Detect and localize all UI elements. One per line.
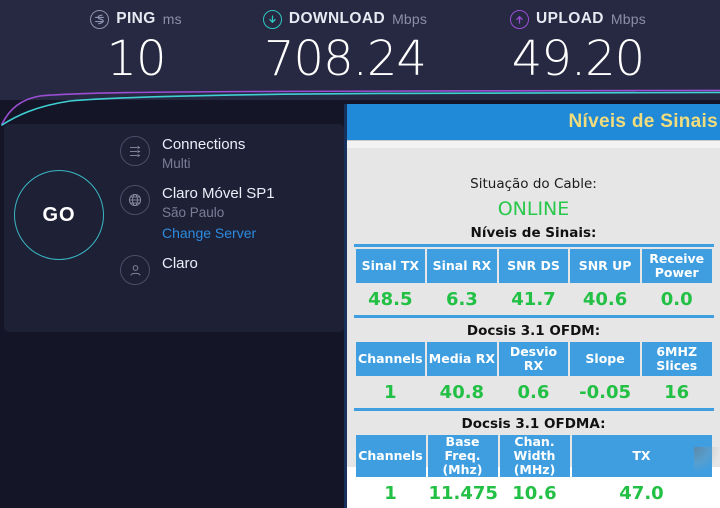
th-ofdm-media-rx: Media RX bbox=[427, 342, 497, 376]
th-snr-ds: SNR DS bbox=[498, 249, 569, 283]
metric-upload-value: 49.20 bbox=[511, 31, 645, 87]
td-snr-up: 40.6 bbox=[582, 288, 628, 310]
signal-levels-rule-top bbox=[353, 244, 714, 247]
ping-icon bbox=[90, 9, 110, 29]
th-receive-power: Receive Power bbox=[641, 249, 712, 283]
modem-status-window: Níveis de Sinais Situação do Cable: ONLI… bbox=[344, 104, 720, 508]
modem-body: Situação do Cable: ONLINE Níveis de Sina… bbox=[347, 148, 720, 508]
th-sinal-rx: Sinal RX bbox=[427, 249, 497, 283]
table-row-headers: Channels Base Freq. (Mhz) Chan. Width (M… bbox=[355, 435, 712, 477]
server-location: São Paulo bbox=[162, 205, 225, 220]
download-icon bbox=[262, 9, 282, 29]
metric-upload-header: UPLOAD Mbps bbox=[462, 8, 694, 30]
ofdm-caption: Docsis 3.1 OFDM: bbox=[466, 323, 601, 339]
signal-levels-caption: Níveis de Sinais: bbox=[470, 225, 597, 241]
metric-upload: UPLOAD Mbps 49.20 bbox=[462, 8, 694, 88]
modem-toolbar-strip bbox=[347, 140, 720, 148]
metric-upload-label: UPLOAD bbox=[536, 10, 604, 27]
table-row: 1 40.8 0.6 -0.05 16 bbox=[356, 376, 712, 408]
td-receive-power: 0.0 bbox=[660, 288, 693, 310]
th-ofdma-tx: TX bbox=[571, 435, 712, 477]
cable-status-value: ONLINE bbox=[497, 198, 570, 220]
td-ofdm-channels: 1 bbox=[384, 381, 397, 403]
metric-download-label: DOWNLOAD bbox=[288, 10, 386, 27]
th-ofdm-channels: Channels bbox=[355, 342, 426, 376]
info-texts-server: Claro Móvel SP1 São Paulo Change Server bbox=[162, 183, 275, 244]
metric-download-value: 708.24 bbox=[264, 31, 427, 87]
ofdm-table: Channels Media RX Desvio RX Slope 6MHZ S… bbox=[354, 342, 714, 408]
cable-status-label: Situação do Cable: bbox=[470, 176, 597, 192]
connections-sub: Multi bbox=[162, 156, 191, 171]
table-row-headers: Channels Media RX Desvio RX Slope 6MHZ S… bbox=[355, 342, 712, 376]
table-row: 1 11.475 10.6 47.0 bbox=[356, 477, 712, 508]
metric-ping-value: 10 bbox=[106, 31, 166, 87]
metric-ping-header: PING ms bbox=[42, 8, 230, 30]
signal-levels-table: Sinal TX Sinal RX SNR DS SNR UP Receive … bbox=[354, 249, 714, 315]
info-texts-connections: Connections Multi bbox=[162, 134, 245, 174]
connections-icon bbox=[120, 136, 150, 166]
info-texts-isp: Claro bbox=[162, 253, 198, 273]
connection-info-list: Connections Multi Claro Móvel SP1 São Pa… bbox=[120, 134, 340, 294]
td-ofdma-channels: 1 bbox=[384, 482, 397, 504]
td-snr-ds: 41.7 bbox=[511, 288, 556, 310]
info-row-server: Claro Móvel SP1 São Paulo Change Server bbox=[120, 183, 340, 244]
td-ofdm-media-rx: 40.8 bbox=[439, 381, 485, 403]
ofdma-caption: Docsis 3.1 OFDMA: bbox=[461, 416, 606, 432]
th-ofdma-base-freq: Base Freq. (Mhz) bbox=[427, 435, 498, 477]
td-ofdma-chan-width: 10.6 bbox=[512, 482, 557, 504]
td-ofdm-slope: -0.05 bbox=[579, 381, 632, 403]
info-row-isp: Claro bbox=[120, 253, 340, 285]
th-ofdm-desvio-rx: Desvio RX bbox=[498, 342, 569, 376]
td-ofdm-desvio-rx: 0.6 bbox=[517, 381, 550, 403]
metric-download-unit: Mbps bbox=[392, 11, 428, 27]
person-icon bbox=[120, 255, 150, 285]
ofdma-table: Channels Base Freq. (Mhz) Chan. Width (M… bbox=[354, 435, 714, 508]
cable-status-block: Situação do Cable: ONLINE bbox=[347, 148, 720, 220]
th-ofdma-channels: Channels bbox=[355, 435, 426, 477]
metric-ping: PING ms 10 bbox=[42, 8, 230, 88]
td-ofdma-base-freq: 11.475 bbox=[428, 482, 498, 504]
metric-ping-unit: ms bbox=[162, 11, 182, 27]
change-server-link[interactable]: Change Server bbox=[162, 223, 275, 244]
table-row: 48.5 6.3 41.7 40.6 0.0 bbox=[356, 283, 712, 315]
table-row-headers: Sinal TX Sinal RX SNR DS SNR UP Receive … bbox=[355, 249, 712, 283]
td-ofdma-tx: 47.0 bbox=[619, 482, 664, 504]
connections-title: Connections bbox=[162, 136, 246, 153]
metric-download: DOWNLOAD Mbps 708.24 bbox=[230, 8, 460, 88]
th-sinal-tx: Sinal TX bbox=[355, 249, 426, 283]
td-sinal-tx: 48.5 bbox=[368, 288, 413, 310]
globe-icon bbox=[120, 185, 150, 215]
metric-ping-label: PING bbox=[116, 10, 156, 27]
metric-download-header: DOWNLOAD Mbps bbox=[230, 8, 460, 30]
info-row-connections: Connections Multi bbox=[120, 134, 340, 174]
th-ofdm-slope: Slope bbox=[570, 342, 640, 376]
isp-name: Claro bbox=[162, 255, 198, 272]
server-name: Claro Móvel SP1 bbox=[162, 185, 275, 202]
modem-titlebar: Níveis de Sinais bbox=[347, 104, 720, 140]
th-snr-up: SNR UP bbox=[570, 249, 640, 283]
upload-icon bbox=[510, 9, 530, 29]
modem-page-title: Níveis de Sinais bbox=[568, 111, 718, 132]
metric-upload-unit: Mbps bbox=[610, 11, 646, 27]
th-ofdm-6mhz: 6MHZ Slices bbox=[641, 342, 712, 376]
th-ofdma-chan-width: Chan. Width (MHz) bbox=[499, 435, 570, 477]
go-button[interactable]: GO bbox=[14, 170, 104, 260]
speedtest-results-bar: PING ms 10 DOWNLOAD Mbps 708.24 UPLOAD M… bbox=[0, 0, 720, 100]
td-sinal-rx: 6.3 bbox=[445, 288, 478, 310]
td-ofdm-6mhz: 16 bbox=[664, 381, 690, 403]
